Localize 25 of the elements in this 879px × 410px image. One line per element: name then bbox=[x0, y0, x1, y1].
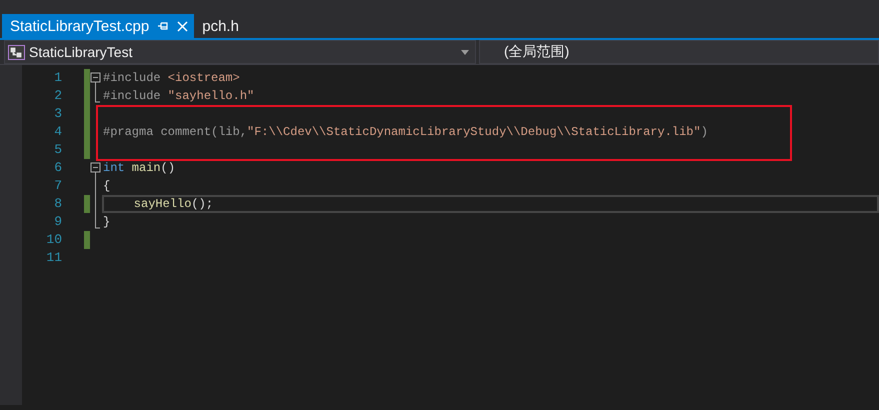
code-line: #include <iostream> bbox=[102, 70, 241, 87]
line-number: 5 bbox=[53, 141, 62, 159]
line-number: 4 bbox=[53, 123, 62, 141]
code-line: #include "sayhello.h" bbox=[102, 88, 256, 105]
line-number: 10 bbox=[45, 231, 62, 249]
line-number: 7 bbox=[53, 177, 62, 195]
line-number: 9 bbox=[53, 213, 62, 231]
pin-icon[interactable] bbox=[157, 21, 170, 31]
project-dropdown[interactable]: StaticLibraryTest bbox=[4, 40, 476, 64]
code-line: #pragma comment(lib,"F:\\Cdev\\StaticDynamicLibraryStudy\\Debug\\StaticLibrary.lib") bbox=[102, 124, 709, 141]
line-number: 6 bbox=[53, 159, 62, 177]
close-icon[interactable] bbox=[177, 20, 188, 32]
line-number: 2 bbox=[53, 87, 62, 105]
line-number: 8 bbox=[53, 195, 62, 213]
scope-dropdown[interactable]: (全局范围) bbox=[479, 40, 879, 64]
code-line: } bbox=[102, 214, 112, 231]
code-line: { bbox=[102, 178, 112, 195]
code-line: int main() bbox=[102, 160, 176, 177]
caret-icon bbox=[461, 50, 469, 54]
line-number: 3 bbox=[53, 105, 62, 123]
file-tab[interactable]: StaticLibraryTest.cpp bbox=[2, 14, 194, 38]
project-icon bbox=[8, 44, 25, 60]
file-tab[interactable]: pch.h bbox=[194, 14, 245, 38]
line-number: 1 bbox=[53, 69, 62, 87]
line-number: 11 bbox=[45, 249, 62, 267]
